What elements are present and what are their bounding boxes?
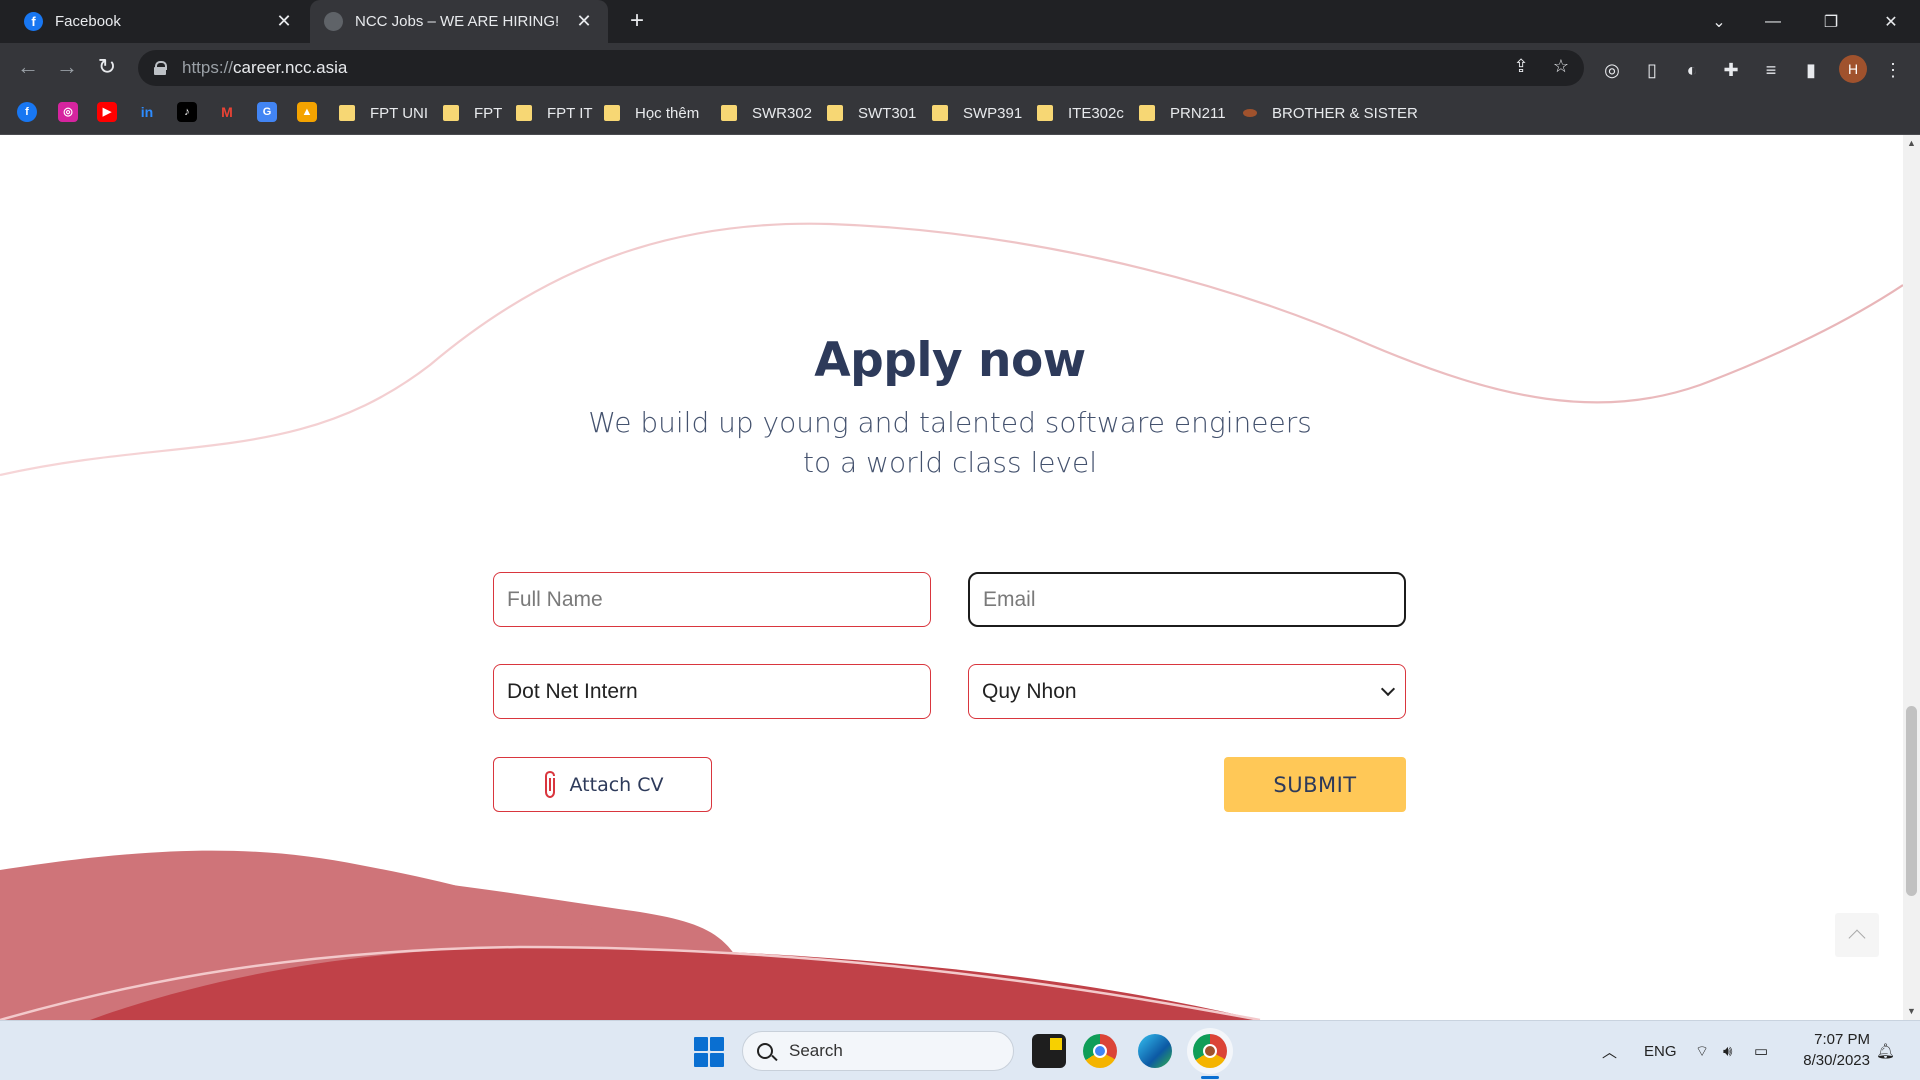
subtitle-line-1: We build up young and talented software … bbox=[588, 406, 1312, 439]
scroll-up-arrow-icon[interactable]: ▲ bbox=[1903, 135, 1920, 152]
bookmark-folder-hoc-them[interactable]: Học thêm bbox=[604, 91, 699, 135]
submit-button[interactable]: SUBMIT bbox=[1224, 757, 1406, 812]
close-icon[interactable]: ✕ bbox=[574, 11, 594, 32]
scroll-to-top-button[interactable] bbox=[1835, 913, 1879, 957]
address-bar[interactable]: https://career.ncc.asia bbox=[138, 50, 1584, 86]
facebook-icon: f bbox=[24, 12, 43, 31]
folder-icon bbox=[932, 105, 948, 121]
language-indicator[interactable]: ENG bbox=[1644, 1021, 1677, 1080]
browser-toolbar: ← → ↻ https://career.ncc.asia ⇪ ☆ bbox=[0, 43, 1920, 91]
wifi-icon[interactable]: ⌔ bbox=[1695, 1021, 1709, 1080]
tab-ncc-jobs[interactable]: NCC Jobs – WE ARE HIRING! ✕ bbox=[310, 0, 608, 43]
phone-extension-icon[interactable]: ▯ bbox=[1639, 57, 1665, 83]
folder-icon bbox=[604, 105, 620, 121]
folder-icon bbox=[339, 105, 355, 121]
page-title: Apply now bbox=[814, 333, 1086, 388]
email-input[interactable]: Email bbox=[968, 572, 1406, 627]
decorative-waves bbox=[0, 222, 1903, 1020]
bookmark-star-icon[interactable]: ☆ bbox=[1548, 53, 1574, 79]
drive-bookmark-icon[interactable]: ▲ bbox=[297, 102, 317, 122]
chevron-down-icon bbox=[1380, 681, 1396, 696]
folder-icon bbox=[721, 105, 737, 121]
scroll-down-arrow-icon[interactable]: ▼ bbox=[1903, 1003, 1920, 1020]
gmail-bookmark-icon[interactable]: M bbox=[217, 102, 237, 122]
forward-button[interactable]: → bbox=[53, 53, 81, 81]
bookmark-folder-swp391[interactable]: SWP391 bbox=[932, 91, 1022, 135]
url-text: https://career.ncc.asia bbox=[182, 58, 348, 77]
windows-start-icon[interactable] bbox=[694, 1037, 724, 1067]
folder-icon bbox=[1139, 105, 1155, 121]
folder-icon bbox=[443, 105, 459, 121]
tab-search-chevron-icon[interactable]: ⌄ bbox=[1690, 0, 1748, 43]
clock-date: 8/30/2023 bbox=[1803, 1052, 1870, 1069]
position-input[interactable]: Dot Net Intern bbox=[493, 664, 931, 719]
color-extension-icon[interactable]: ◐ bbox=[1679, 57, 1705, 83]
page-viewport: Apply now We build up young and talented… bbox=[0, 135, 1920, 1020]
profile-avatar[interactable]: H bbox=[1839, 55, 1867, 83]
menu-kebab-icon[interactable]: ⋮ bbox=[1880, 57, 1906, 83]
browser-tab-strip: f Facebook ✕ NCC Jobs – WE ARE HIRING! ✕… bbox=[0, 0, 1920, 43]
tiktok-bookmark-icon[interactable]: ♪ bbox=[177, 102, 197, 122]
share-icon[interactable]: ⇪ bbox=[1508, 53, 1534, 79]
edge-icon[interactable] bbox=[1138, 1034, 1172, 1068]
reload-button[interactable]: ↻ bbox=[93, 53, 121, 81]
google-translate-bookmark-icon[interactable]: G bbox=[257, 102, 277, 122]
chrome-icon[interactable] bbox=[1083, 1034, 1117, 1068]
youtube-bookmark-icon[interactable]: ▶ bbox=[97, 102, 117, 122]
bookmark-folder-swr302[interactable]: SWR302 bbox=[721, 91, 812, 135]
bookmark-icon bbox=[1243, 109, 1257, 117]
folder-icon bbox=[516, 105, 532, 121]
minimize-button[interactable]: — bbox=[1744, 0, 1802, 43]
close-icon[interactable]: ✕ bbox=[274, 11, 294, 32]
chevron-up-icon bbox=[1848, 929, 1866, 947]
bookmark-brother-sister[interactable]: BROTHER & SISTER bbox=[1243, 91, 1418, 135]
tab-title: Facebook bbox=[55, 13, 121, 30]
new-tab-button[interactable]: + bbox=[624, 8, 650, 34]
taskbar-search[interactable]: Search bbox=[742, 1031, 1014, 1071]
scrollbar-thumb[interactable] bbox=[1906, 706, 1917, 896]
restore-button[interactable]: ❐ bbox=[1802, 0, 1860, 43]
full-name-input[interactable]: Full Name bbox=[493, 572, 931, 627]
volume-icon[interactable]: 🔊︎ bbox=[1723, 1021, 1732, 1080]
bookmark-folder-fpt[interactable]: FPT bbox=[443, 91, 502, 135]
chrome-profile-icon[interactable] bbox=[1193, 1034, 1227, 1068]
clock-time: 7:07 PM bbox=[1814, 1031, 1870, 1048]
side-panel-icon[interactable]: ▮ bbox=[1798, 57, 1824, 83]
bookmark-folder-fpt-it[interactable]: FPT IT bbox=[516, 91, 593, 135]
windows-taskbar: Search ︿ ENG ⌔ 🔊︎ ▭ 7:07 PM 8/30/2023 🔔︎ bbox=[0, 1020, 1920, 1080]
paperclip-icon bbox=[544, 770, 555, 798]
compass-extension-icon[interactable]: ◎ bbox=[1599, 57, 1625, 83]
bookmark-folder-fpt-uni[interactable]: FPT UNI bbox=[339, 91, 428, 135]
tab-title: NCC Jobs – WE ARE HIRING! bbox=[355, 13, 560, 30]
taskbar-clock[interactable]: 7:07 PM 8/30/2023 bbox=[1790, 1029, 1870, 1071]
folder-icon bbox=[1037, 105, 1053, 121]
battery-icon[interactable]: ▭ bbox=[1754, 1021, 1768, 1080]
bookmark-folder-swt301[interactable]: SWT301 bbox=[827, 91, 916, 135]
attach-cv-button[interactable]: Attach CV bbox=[493, 757, 712, 812]
subtitle-line-2: to a world class level bbox=[802, 446, 1098, 479]
instagram-bookmark-icon[interactable]: ◎ bbox=[58, 102, 78, 122]
active-app-indicator bbox=[1201, 1076, 1219, 1079]
tab-facebook[interactable]: f Facebook ✕ bbox=[10, 0, 308, 43]
back-button[interactable]: ← bbox=[14, 53, 42, 81]
lock-icon[interactable] bbox=[154, 61, 167, 75]
notification-bell-icon[interactable]: 🔔︎ bbox=[1876, 1021, 1895, 1080]
linkedin-bookmark-icon[interactable]: in bbox=[137, 102, 157, 122]
bookmarks-bar: f ◎ ▶ in ♪ M G ▲ FPT UNI FPT FPT IT Học … bbox=[0, 91, 1920, 135]
facebook-bookmark-icon[interactable]: f bbox=[17, 102, 37, 122]
folder-icon bbox=[827, 105, 843, 121]
puzzle-extensions-icon[interactable]: ✚ bbox=[1718, 57, 1744, 83]
page-scrollbar[interactable]: ▲ ▼ bbox=[1903, 135, 1920, 1020]
sticky-notes-icon[interactable] bbox=[1032, 1034, 1066, 1068]
show-hidden-icons-chevron-icon[interactable]: ︿ bbox=[1602, 1021, 1617, 1080]
bookmark-folder-prn211[interactable]: PRN211 bbox=[1139, 91, 1226, 135]
media-control-icon[interactable]: ≡ bbox=[1758, 57, 1784, 83]
search-icon bbox=[757, 1043, 773, 1059]
globe-icon bbox=[324, 12, 343, 31]
location-select[interactable]: Quy Nhon bbox=[968, 664, 1406, 719]
bookmark-folder-ite302c[interactable]: ITE302c bbox=[1037, 91, 1124, 135]
close-window-button[interactable]: ✕ bbox=[1862, 0, 1920, 43]
